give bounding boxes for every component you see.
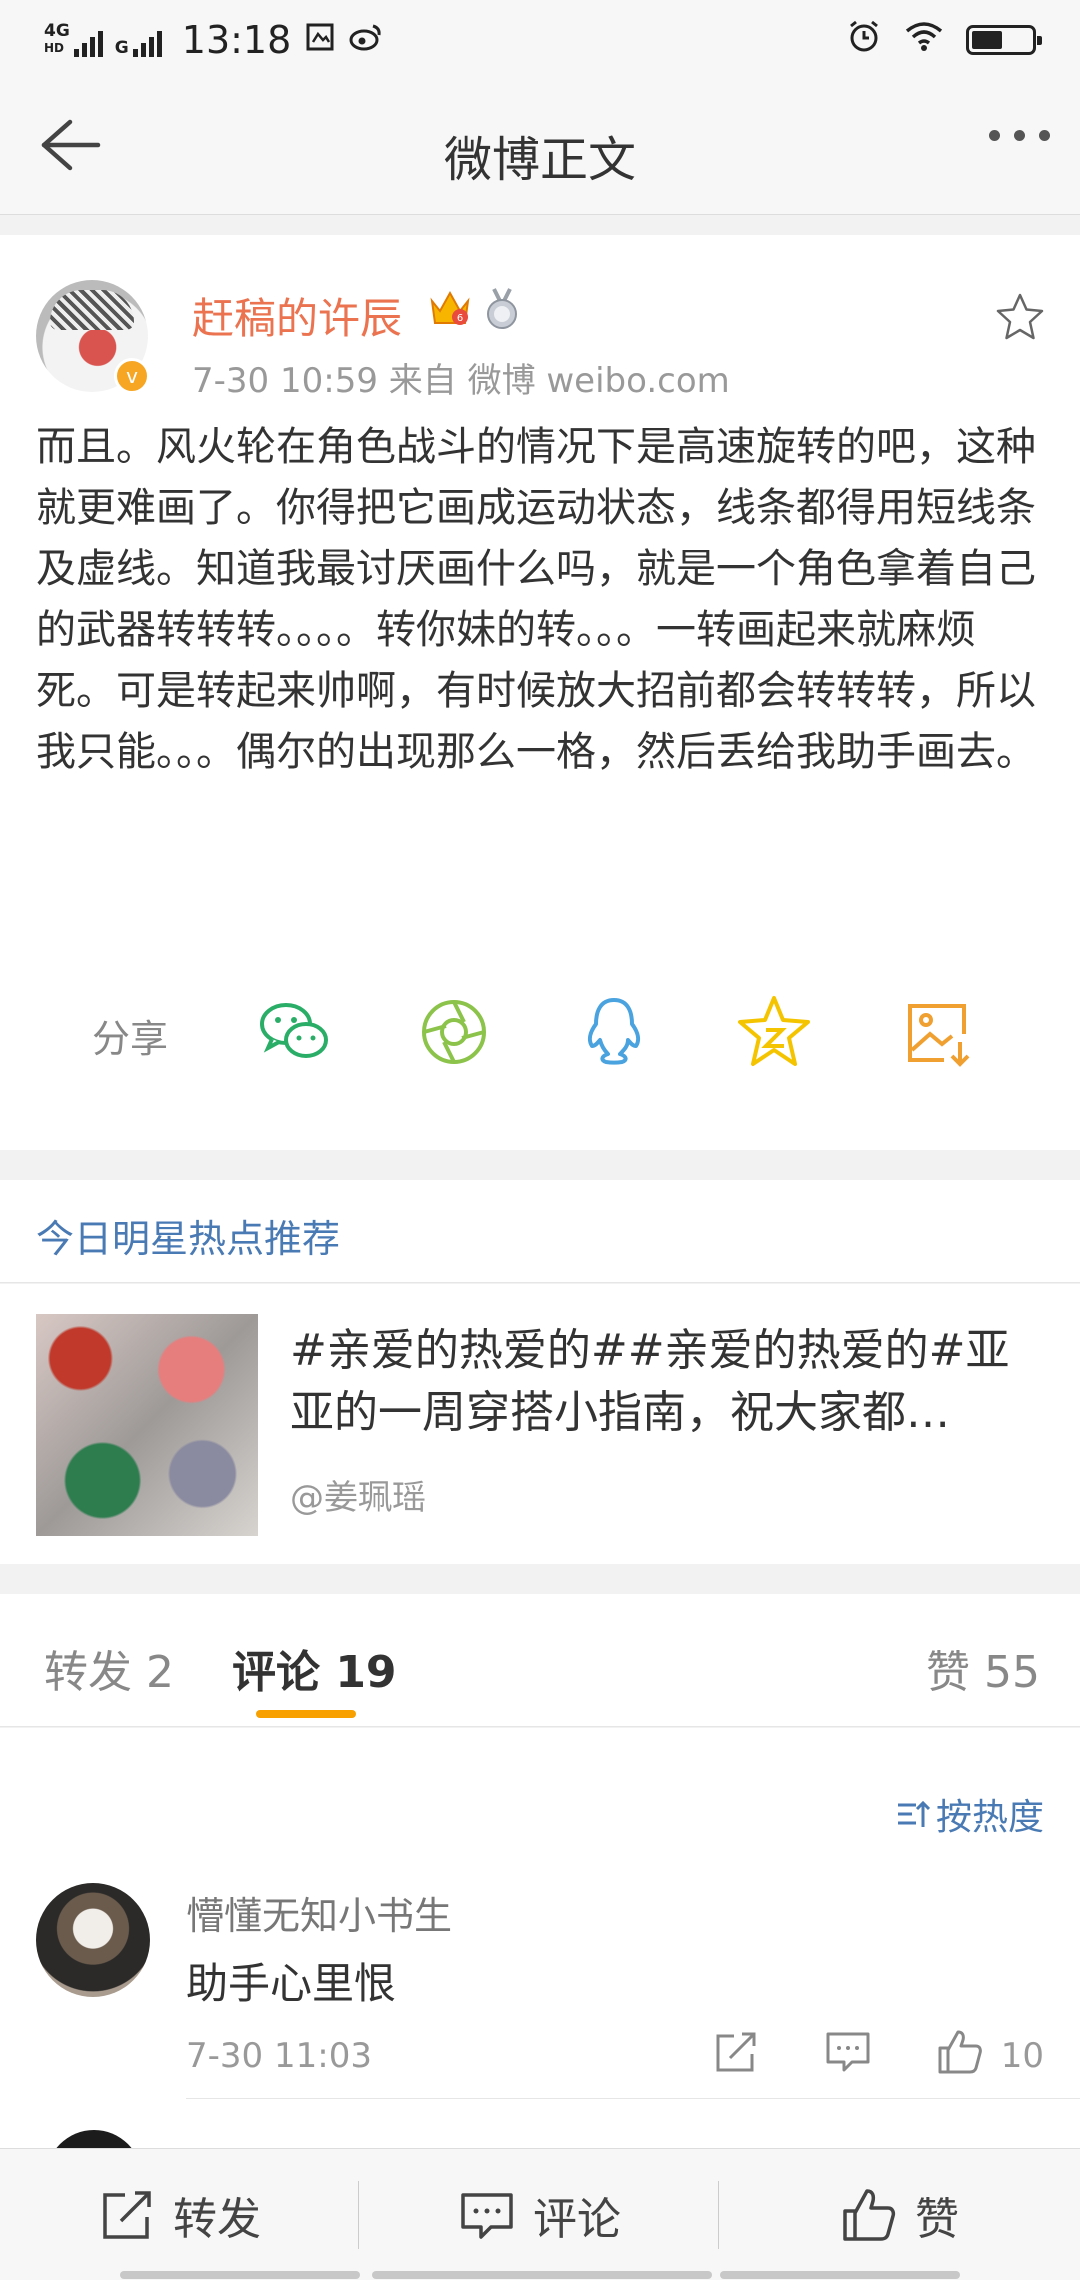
nav-bar: 微博正文 (0, 80, 1080, 215)
post-card: v 赶稿的许辰 6 7-30 10:59 来自 微博 weibo.com 而且。… (0, 235, 1080, 1150)
vip-crown-icon[interactable]: 6 (428, 287, 472, 329)
hot-source[interactable]: @姜珮瑶 (290, 1470, 426, 1519)
sort-icon (897, 1800, 930, 1827)
more-options-icon[interactable] (989, 130, 1050, 141)
status-bar: 4G HD G 13:18 (0, 0, 1080, 80)
comment-reply-icon[interactable] (824, 2028, 872, 2076)
share-row: 分享 (0, 990, 1080, 1100)
sort-button[interactable]: 按热度 (896, 1788, 1044, 1840)
post-meta: 7-30 10:59 来自 微博 weibo.com (192, 361, 730, 401)
qzone-share-icon[interactable] (732, 990, 816, 1074)
repost-label: 转发 (173, 2194, 261, 2245)
comment-like-icon[interactable] (936, 2028, 984, 2076)
comment-button[interactable]: 评论 (360, 2149, 720, 2280)
repost-button[interactable]: 转发 (0, 2149, 360, 2280)
tab-comment[interactable]: 评论 19 (232, 1636, 397, 1700)
home-indicator (720, 2271, 960, 2279)
status-left: 4G HD G 13:18 (44, 18, 383, 62)
signal-icon (73, 31, 103, 57)
hot-recommend-title[interactable]: 今日明星热点推荐 (36, 1208, 340, 1263)
bottom-separator (358, 2181, 359, 2249)
bottom-separator (718, 2181, 719, 2249)
qq-share-icon[interactable] (572, 990, 656, 1074)
wechat-share-icon[interactable] (252, 990, 336, 1074)
svg-text:6: 6 (457, 313, 463, 324)
tab-repost[interactable]: 转发 2 (44, 1636, 174, 1700)
active-tab-indicator (256, 1710, 356, 1718)
battery-icon (966, 25, 1042, 55)
verified-badge-icon: v (114, 358, 150, 394)
alarm-icon (846, 18, 882, 63)
medal-icon[interactable] (482, 287, 522, 331)
clock: 13:18 (181, 18, 292, 62)
comment-list: 按热度 懵懂无知小书生 助手心里恨 7-30 11:03 10 (0, 1728, 1080, 2226)
network-type: 4G (44, 21, 70, 41)
share-label: 分享 (92, 1017, 169, 1061)
status-right (846, 18, 1042, 63)
like-icon (843, 2189, 896, 2241)
favorite-star-icon[interactable] (994, 291, 1046, 343)
commenter-name[interactable]: 懵懂无知小书生 (186, 1885, 452, 1940)
network-hd: HD (44, 41, 65, 55)
weibo-detail-page: 4G HD G 13:18 微博正文 v 赶稿的许辰 6 7-30 10:59 … (0, 0, 1080, 2280)
hot-recommend-item[interactable]: #亲爱的热爱的##亲爱的热爱的#亚亚的一周穿搭小指南，祝大家都… @姜珮瑶 (0, 1284, 1080, 1564)
hot-text[interactable]: #亲爱的热爱的##亲爱的热爱的#亚亚的一周穿搭小指南，祝大家都… (290, 1320, 1050, 1444)
bottom-action-bar: 转发 评论 赞 (0, 2148, 1080, 2280)
page-title: 微博正文 (443, 132, 636, 188)
save-image-icon[interactable] (898, 990, 982, 1074)
signal-icon-2 (132, 31, 162, 57)
like-button[interactable]: 赞 (720, 2149, 1080, 2280)
wifi-icon (904, 20, 944, 61)
comment-time: 7-30 11:03 (186, 2036, 372, 2076)
comment-divider (186, 2098, 1080, 2099)
home-indicator (372, 2271, 712, 2279)
comment-like-count: 10 (1000, 2036, 1044, 2076)
comment-repost-icon[interactable] (712, 2028, 760, 2076)
network-type-2: G (114, 38, 129, 58)
post-body: 而且。风火轮在角色战斗的情况下是高速旋转的吧，这种就更难画了。你得把它画成运动状… (36, 424, 1036, 775)
tab-like[interactable]: 赞 55 (926, 1636, 1040, 1700)
repost-icon (103, 2191, 151, 2239)
commenter-avatar[interactable] (36, 1883, 150, 1997)
interaction-tabs: 转发 2 评论 19 赞 55 (0, 1594, 1080, 1727)
like-label: 赞 (915, 2194, 959, 2245)
hot-recommend-header: 今日明星热点推荐 (0, 1180, 1080, 1283)
comment-text: 助手心里恨 (186, 1959, 397, 2008)
moments-share-icon[interactable] (412, 990, 496, 1074)
home-indicator (120, 2271, 360, 2279)
weibo-notification-icon (349, 20, 383, 61)
author-name[interactable]: 赶稿的许辰 (192, 285, 402, 346)
sort-label: 按热度 (935, 1797, 1044, 1838)
hot-thumbnail[interactable] (36, 1314, 258, 1536)
gallery-icon (305, 20, 335, 61)
comment-label: 评论 (533, 2194, 621, 2245)
comment-icon (461, 2193, 513, 2239)
network-indicator: 4G HD G (44, 23, 162, 57)
